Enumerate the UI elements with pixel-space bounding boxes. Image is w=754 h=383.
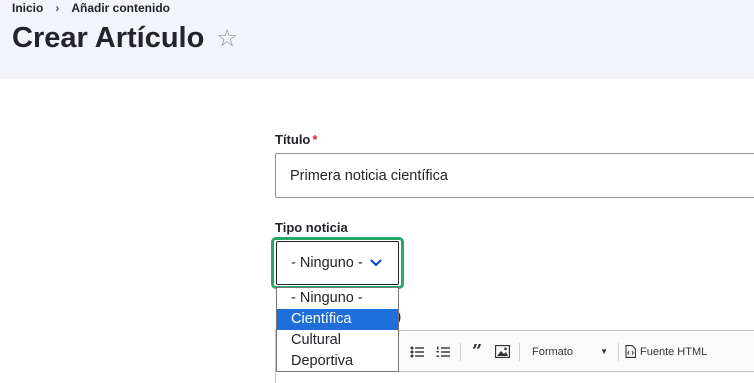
option-deportiva[interactable]: Deportiva xyxy=(277,351,398,372)
title-label-text: Título xyxy=(275,132,311,147)
numbered-list-icon[interactable] xyxy=(432,340,454,364)
blockquote-icon[interactable]: ” xyxy=(467,340,487,364)
source-code-icon xyxy=(625,345,636,358)
title-input-value: Primera noticia científica xyxy=(290,167,448,184)
star-outline-icon[interactable]: ☆ xyxy=(216,24,238,53)
source-html-button[interactable]: Fuente HTML xyxy=(625,340,707,364)
option-ninguno[interactable]: - Ninguno - xyxy=(277,288,398,309)
page-title: Crear Artículo xyxy=(12,22,205,54)
toolbar-separator xyxy=(519,342,520,361)
format-label: Formato xyxy=(532,345,573,358)
caret-down-icon: ▼ xyxy=(600,347,608,356)
chevron-down-icon xyxy=(370,259,382,267)
toolbar-separator xyxy=(618,342,619,361)
source-html-label: Fuente HTML xyxy=(640,345,708,358)
breadcrumb-separator: › xyxy=(55,1,60,15)
tipo-noticia-label: Tipo noticia xyxy=(275,220,348,235)
select-current-value: - Ninguno - xyxy=(291,255,363,271)
image-icon[interactable] xyxy=(491,340,513,364)
editor-body[interactable] xyxy=(275,371,754,383)
page-header: Inicio › Añadir contenido Crear Artículo… xyxy=(0,0,754,79)
breadcrumb: Inicio › Añadir contenido xyxy=(12,1,170,15)
breadcrumb-add-content-link[interactable]: Añadir contenido xyxy=(71,1,170,15)
tipo-noticia-select[interactable]: - Ninguno - xyxy=(276,241,399,285)
breadcrumb-home-link[interactable]: Inicio xyxy=(12,1,43,15)
page-title-container: Crear Artículo ☆ xyxy=(12,22,238,55)
required-asterisk: * xyxy=(312,132,318,147)
format-dropdown[interactable]: Formato ▼ xyxy=(526,340,612,364)
tipo-noticia-dropdown: - Ninguno - Científica Cultural Deportiv… xyxy=(276,287,399,372)
title-field-label: Título * xyxy=(275,132,317,147)
toolbar-separator xyxy=(460,342,461,361)
bulleted-list-icon[interactable] xyxy=(406,340,428,364)
option-cultural[interactable]: Cultural xyxy=(277,330,398,351)
title-input[interactable]: Primera noticia científica xyxy=(275,153,754,198)
option-cientifica[interactable]: Científica xyxy=(277,309,398,330)
